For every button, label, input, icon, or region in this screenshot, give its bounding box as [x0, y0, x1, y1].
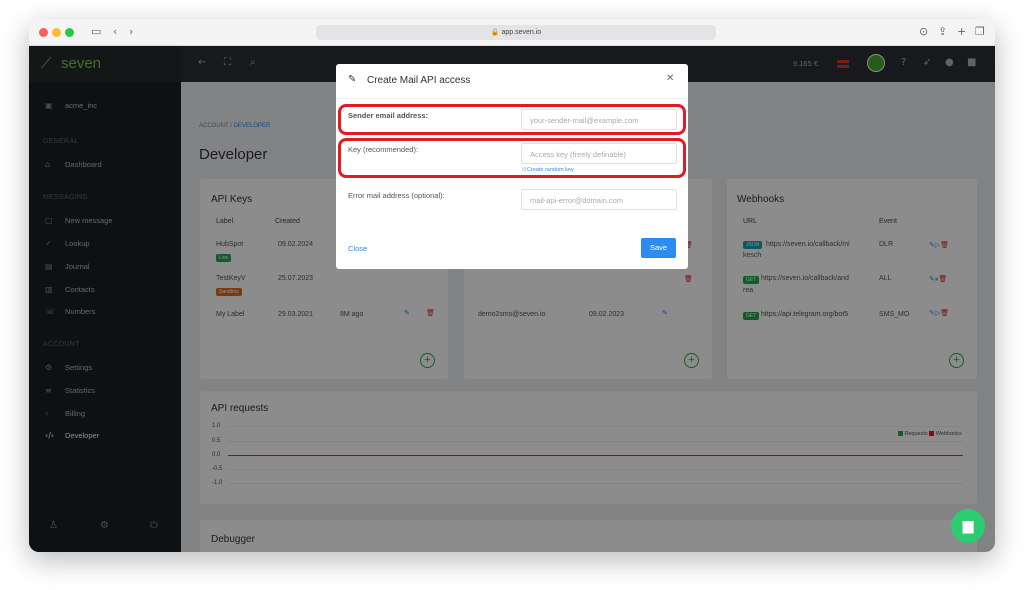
error-email-input[interactable]: mail-api-error@domain.com [521, 189, 677, 210]
new-tab-icon[interactable]: + [957, 25, 966, 38]
error-email-label: Error mail address (optional): [348, 191, 445, 200]
back-icon[interactable]: ‹ [113, 25, 117, 38]
address-bar[interactable]: 🔒 app.seven.io [316, 25, 716, 40]
share-icon[interactable]: ⇪ [938, 25, 947, 38]
tabs-overview-icon[interactable]: ❐ [975, 25, 985, 38]
close-window-button[interactable] [39, 28, 48, 37]
sender-highlight [338, 104, 686, 135]
create-mail-api-modal: ✎ Create Mail API access ✕ Sender email … [336, 64, 688, 269]
close-button[interactable]: Close [348, 244, 367, 253]
zoom-window-button[interactable] [65, 28, 74, 37]
browser-toolbar: ▭ ‹ › 🔒 app.seven.io ⊙ ⇪ + ❐ [29, 19, 995, 46]
download-icon[interactable]: ⊙ [919, 25, 928, 38]
save-button[interactable]: Save [641, 238, 676, 258]
sidebar-toggle-icon[interactable]: ▭ [91, 25, 101, 38]
browser-window: ▭ ‹ › 🔒 app.seven.io ⊙ ⇪ + ❐ ⟋ seven ▣ acm… [29, 19, 995, 552]
modal-title: Create Mail API access [367, 75, 471, 86]
minimize-window-button[interactable] [52, 28, 61, 37]
chat-bubble-icon: ▆ [962, 518, 974, 534]
forward-icon[interactable]: › [129, 25, 133, 38]
chat-widget-button[interactable]: ▆ [951, 509, 985, 543]
key-highlight [338, 138, 686, 178]
close-icon[interactable]: ✕ [666, 73, 674, 84]
modal-divider [336, 98, 688, 99]
lock-icon: 🔒 [490, 29, 500, 36]
pencil-icon: ✎ [348, 74, 357, 85]
url-text: app.seven.io [501, 29, 542, 36]
